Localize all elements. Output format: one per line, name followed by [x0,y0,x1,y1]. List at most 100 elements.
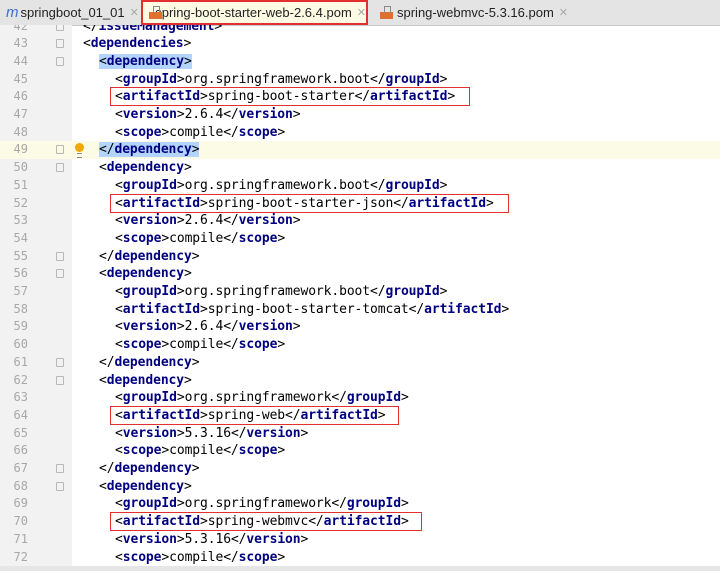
line-number: 49 [13,142,28,157]
code-text: <dependency> [99,160,192,176]
xml-text-value: compile [169,337,224,353]
code-text: </issueManagement> [83,25,222,35]
code-text: <scope>compile</scope> [115,230,286,246]
code-line: 68 <dependency> [0,478,720,496]
selected-text: </dependency> [99,142,200,158]
code-text: </dependency> [99,141,200,159]
line-number: 61 [13,354,28,369]
fold-open-icon[interactable] [56,39,64,49]
xml-tag-name: version [238,213,293,229]
highlight-box [110,512,423,532]
xml-tag-name: scope [122,549,162,565]
code-line: 61 </dependency> [0,354,720,372]
xml-tag-name: artifactId [424,301,502,317]
code-line: 48 <scope>compile</scope> [0,124,720,142]
highlight-box [110,405,399,425]
line-number: 62 [13,372,28,387]
fold-close-icon[interactable] [56,357,64,367]
fold-close-icon[interactable] [56,25,64,31]
code-text: <scope>compile</scope> [115,337,286,353]
xml-tag-name: version [122,213,177,229]
code-line: 52 <artifactId>spring-boot-starter-json</… [0,193,720,213]
xml-tag-name: dependencies [90,36,184,52]
xml-text-value: 2.6.4 [184,107,224,122]
fold-open-icon[interactable] [56,269,64,279]
line-number: 60 [13,337,28,352]
code-text: <groupId>org.springframework</groupId> [115,390,409,406]
xml-text-value: compile [169,549,224,565]
xml-text-value: 5.3.16 [184,531,231,547]
xml-tag-name: dependency [106,266,185,282]
highlight-box [110,193,510,213]
fold-open-icon[interactable] [56,56,64,66]
code-line: 71 <version>5.3.16</version> [0,531,720,549]
code-editor[interactable]: 42 </issueManagement> 43 <dependencies> 44 <d… [0,25,720,571]
tab-spring-webmvc-pom[interactable]: spring-webmvc-5.3.16.pom ✕ [380,0,568,24]
lightbulb-icon[interactable] [75,143,84,159]
code-text: <version>5.3.16</version> [115,531,309,547]
fold-close-icon[interactable] [56,145,64,155]
line-number: 47 [13,107,28,121]
code-text: <groupId>org.springframework.boot</group… [115,284,448,299]
pom-file-icon [380,5,393,19]
tab-springboot-01-01[interactable]: m springboot_01_01 ✕ [6,0,139,24]
close-icon[interactable]: ✕ [559,6,568,19]
xml-tag-name: dependency [114,248,192,264]
xml-tag-name: scope [122,337,162,353]
code-line: 51 <groupId>org.springframework.boot</gro… [0,177,720,195]
line-number: 44 [13,53,28,68]
code-line: 47 <version>2.6.4</version> [0,106,720,124]
line-number: 48 [13,124,28,139]
code-line: 63 <groupId>org.springframework</groupId> [0,389,720,407]
xml-tag-name: groupId [346,390,401,406]
fold-open-icon[interactable] [56,375,64,385]
code-line: 58 <artifactId>spring-boot-starter-tomcat… [0,301,720,319]
fold-close-icon[interactable] [56,251,64,261]
code-line: 46 <artifactId>spring-boot-starter</artif… [0,87,720,107]
xml-tag-name: issueManagement [98,25,215,34]
xml-tag-name: version [238,107,293,122]
xml-tag-name: scope [238,549,278,565]
xml-tag-name: dependency [114,142,192,158]
line-number: 67 [13,461,28,475]
code-line: 59 <version>2.6.4</version> [0,318,720,336]
tab-spring-boot-starter-web-pom[interactable]: spring-boot-starter-web-2.6.4.pom ✕ [141,0,368,25]
line-number: 59 [13,319,28,334]
code-line: 42 </issueManagement> [0,25,720,35]
code-line: 54 <scope>compile</scope> [0,230,720,248]
fold-open-icon[interactable] [56,163,64,173]
line-number: 54 [13,230,28,245]
xml-text-value: org.springframework [184,390,332,406]
xml-tag-name: dependency [106,478,185,494]
line-number: 69 [13,496,28,511]
code-text: </dependency> [99,461,200,476]
xml-text-value: 2.6.4 [184,319,224,335]
code-line: 55 </dependency> [0,248,720,266]
xml-text-value: 2.6.4 [184,213,224,229]
close-icon[interactable]: ✕ [130,6,139,19]
fold-close-icon[interactable] [56,464,64,473]
xml-text-value: spring-boot-starter-tomcat [207,301,409,317]
tab-label: spring-webmvc-5.3.16.pom [397,4,554,20]
code-text: <groupId>org.springframework.boot</group… [115,71,448,87]
xml-tag-name: version [122,107,177,122]
tab-label: springboot_01_01 [20,4,125,20]
xml-text-value: compile [169,443,224,459]
line-number: 53 [13,213,28,228]
line-number: 46 [13,89,28,104]
xml-text-value: org.springframework.boot [184,284,371,299]
code-line: 57 <groupId>org.springframework.boot</gro… [0,283,720,301]
code-line: 43 <dependencies> [0,35,720,53]
xml-tag-name: version [122,531,177,547]
xml-tag-name: dependency [106,160,185,176]
highlight-box [110,87,470,107]
line-number: 52 [13,195,28,210]
close-icon[interactable]: ✕ [357,6,366,19]
selected-text: <dependency> [99,53,192,69]
line-number: 43 [13,36,28,51]
line-number: 51 [13,177,28,192]
fold-open-icon[interactable] [56,481,64,491]
line-number: 72 [13,549,28,564]
horizontal-scrollbar[interactable] [0,566,720,571]
line-number: 66 [13,443,28,458]
